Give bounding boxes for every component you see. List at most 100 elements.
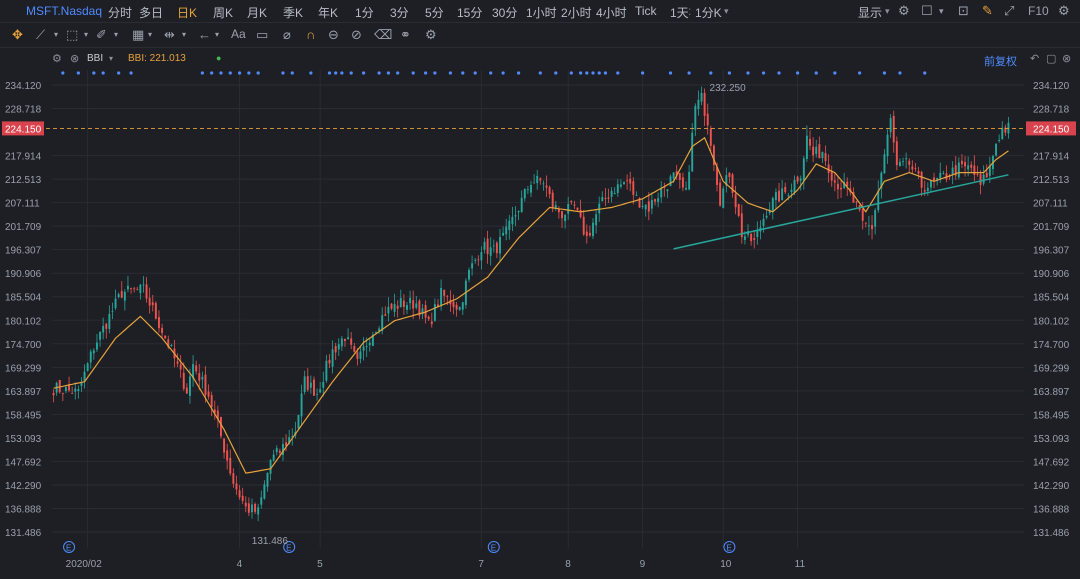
- y-tick-left: 131.486: [5, 528, 42, 539]
- trash-icon[interactable]: ⌫: [374, 27, 392, 43]
- chevron-down-icon[interactable]: ▾: [182, 30, 186, 39]
- close-icon[interactable]: ⊗: [70, 52, 79, 65]
- text-tool-icon[interactable]: Aa: [231, 27, 246, 41]
- period-tab-30min[interactable]: 30分: [492, 4, 517, 21]
- hide-icon[interactable]: ⊘: [351, 27, 362, 43]
- candle-body: [812, 146, 815, 156]
- candle-body: [430, 321, 433, 325]
- symbol-label[interactable]: MSFT.Nasdaq: [26, 4, 102, 18]
- period-tab-15min[interactable]: 15分: [457, 4, 482, 21]
- link-icon[interactable]: ⚭: [400, 27, 411, 43]
- candle-body: [926, 187, 929, 191]
- event-dot: [396, 71, 400, 75]
- candle-body: [737, 204, 740, 216]
- indicator-bar: ⚙ ⊗ BBI ▾ BBI: 221.013 ● 前复权 ↶ ▢ ⊗: [0, 48, 1080, 68]
- candle-body: [902, 161, 904, 163]
- chevron-down-icon[interactable]: ▾: [148, 30, 152, 39]
- candle-body: [644, 204, 647, 210]
- event-dot: [489, 71, 493, 75]
- chevron-down-icon[interactable]: ▾: [885, 6, 890, 17]
- event-dot: [579, 71, 583, 75]
- period-tab-quarterly[interactable]: 季K: [283, 4, 303, 21]
- period-tab-4h[interactable]: 4小时: [596, 4, 627, 21]
- price-chart[interactable]: 234.120 234.120 228.718 228.718 224.150 224.1…: [0, 0, 1080, 579]
- period-tab-1day[interactable]: 1天: [670, 4, 689, 21]
- square-icon[interactable]: ☐: [921, 3, 933, 19]
- candle-body: [573, 204, 576, 206]
- f10-button[interactable]: F10: [1028, 4, 1049, 18]
- pencil-icon[interactable]: ✎: [982, 3, 993, 19]
- candle-body: [694, 105, 697, 130]
- period-tab-3min[interactable]: 3分: [390, 4, 409, 21]
- chevron-down-icon[interactable]: ▾: [724, 6, 729, 17]
- candle-body: [610, 190, 613, 197]
- adjust-mode[interactable]: 前复权: [984, 53, 1017, 69]
- candle-body: [161, 327, 164, 334]
- candle-body: [328, 359, 331, 364]
- expand-icon[interactable]: ⤢: [1004, 3, 1014, 19]
- gear-icon[interactable]: ⚙: [52, 52, 62, 65]
- period-tab-1minK[interactable]: 1分K: [695, 4, 722, 21]
- display-menu[interactable]: 显示: [858, 4, 882, 21]
- period-tab-fenshi[interactable]: 分时: [108, 4, 132, 21]
- candle-body: [774, 192, 777, 201]
- period-tab-weekly[interactable]: 周K: [213, 4, 233, 21]
- candle-body: [402, 300, 405, 307]
- eye-icon[interactable]: ⊖: [328, 27, 339, 43]
- period-tab-1min[interactable]: 1分: [355, 4, 374, 21]
- period-tab-multiday[interactable]: 多日: [139, 4, 163, 21]
- period-tab-2h[interactable]: 2小时: [561, 4, 592, 21]
- line-tool-icon[interactable]: ⟋: [36, 27, 45, 43]
- camera-icon[interactable]: ⊡: [958, 3, 969, 19]
- event-dot: [796, 71, 800, 75]
- indicator-name[interactable]: BBI: [87, 53, 103, 64]
- period-tab-yearly[interactable]: 年K: [318, 4, 338, 21]
- y-tick-right: 136.888: [1033, 504, 1070, 515]
- candle-body: [136, 289, 139, 291]
- chevron-down-icon[interactable]: ▾: [109, 54, 113, 63]
- square-icon[interactable]: ▢: [1046, 52, 1056, 65]
- period-tab-5min[interactable]: 5分: [425, 4, 444, 21]
- x-tick-label: 11: [795, 559, 806, 570]
- comment-tool-icon[interactable]: ▭: [256, 27, 268, 43]
- candle-body: [790, 189, 793, 192]
- magnet-icon[interactable]: ∩: [306, 27, 315, 42]
- settings-icon[interactable]: ⚙: [425, 27, 437, 43]
- chevron-down-icon[interactable]: ▾: [84, 30, 88, 39]
- event-dot: [92, 71, 96, 75]
- candle-body: [623, 182, 625, 185]
- y-tick-left: 180.102: [5, 316, 42, 327]
- undo-icon[interactable]: ↶: [1030, 52, 1039, 65]
- period-tab-tick[interactable]: Tick: [635, 4, 657, 18]
- candle-body: [567, 203, 570, 214]
- candle-body: [815, 146, 818, 155]
- settings-icon[interactable]: ⚙: [1058, 3, 1070, 19]
- candle-body: [254, 504, 257, 512]
- grid-tool-icon[interactable]: ▦: [132, 27, 144, 43]
- gear-icon[interactable]: ⚙: [898, 3, 910, 19]
- chevron-down-icon[interactable]: ▾: [939, 6, 944, 17]
- eraser-icon[interactable]: ⌀: [283, 27, 291, 43]
- candle-body: [514, 215, 517, 217]
- period-tab-monthly[interactable]: 月K: [247, 4, 267, 21]
- chevron-down-icon[interactable]: ▾: [54, 30, 58, 39]
- measure-tool-icon[interactable]: ⇹: [164, 27, 175, 43]
- y-tick-right: 131.486: [1033, 528, 1070, 539]
- period-tab-1h[interactable]: 1小时: [526, 4, 557, 21]
- pen-tool-icon[interactable]: ✐: [96, 27, 107, 43]
- event-dot: [554, 71, 558, 75]
- candle-body: [489, 247, 492, 256]
- x-tick-label: 2020/02: [66, 559, 103, 570]
- rect-tool-icon[interactable]: ⬚: [66, 27, 78, 43]
- candle-body: [601, 196, 604, 202]
- chevron-down-icon[interactable]: ▾: [215, 30, 219, 39]
- candle-body: [409, 297, 412, 304]
- candle-body: [973, 165, 976, 175]
- close-icon[interactable]: ⊗: [1062, 52, 1071, 65]
- y-tick-left: 158.495: [5, 410, 42, 421]
- candle-body: [210, 395, 213, 408]
- crosshair-move-icon[interactable]: ✥: [12, 27, 23, 43]
- chevron-down-icon[interactable]: ▾: [114, 30, 118, 39]
- period-tab-daily[interactable]: 日K: [177, 4, 197, 21]
- arrow-tool-icon[interactable]: ←: [198, 27, 211, 42]
